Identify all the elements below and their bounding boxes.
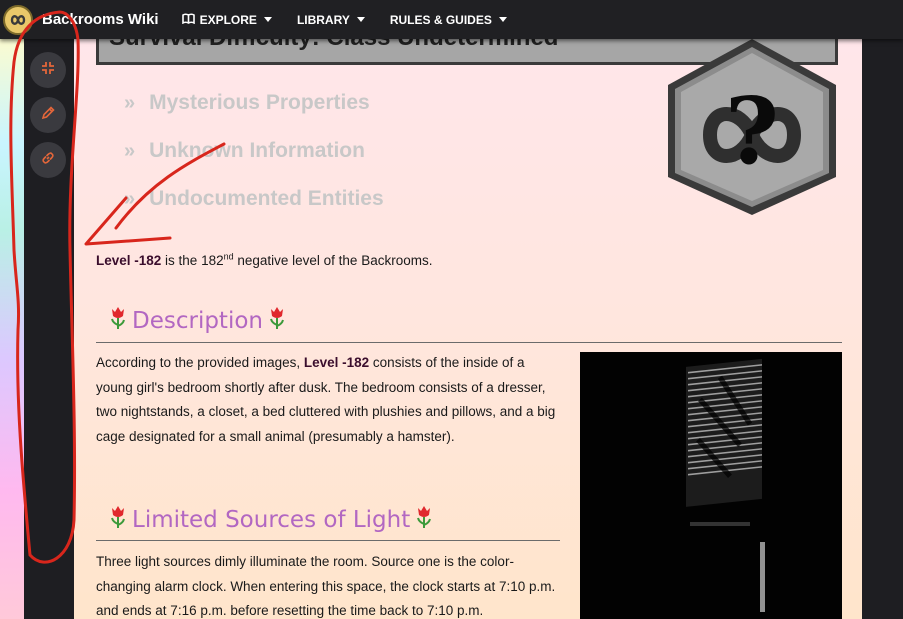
pencil-icon [40, 105, 56, 126]
level-name: Level -182 [303, 355, 370, 370]
chevron-down-icon [263, 17, 272, 22]
tulip-icon [416, 505, 432, 535]
chevron-down-icon [356, 17, 365, 22]
top-navbar: Backrooms Wiki EXPLORE LIBRARY RULES & G… [0, 0, 903, 39]
edit-button[interactable] [30, 97, 66, 133]
double-chevron-icon: » [124, 91, 136, 114]
tulip-icon [110, 505, 126, 535]
properties-list: » Mysterious Properties » Unknown Informat… [124, 79, 384, 223]
list-item: » Unknown Information [124, 139, 365, 162]
list-item: » Mysterious Properties [124, 91, 370, 114]
nav-rules-label: RULES & GUIDES [389, 12, 492, 27]
list-item: » Undocumented Entities [124, 187, 384, 210]
intro-paragraph: Level -182 is the 182nd negative level o… [96, 251, 433, 268]
svg-text:?: ? [725, 77, 779, 185]
difficulty-text: Survival Difficulty: Class Undetermined [109, 39, 558, 52]
side-decoration [0, 39, 24, 619]
double-chevron-icon: » [124, 187, 136, 210]
bedroom-photo[interactable] [580, 352, 842, 619]
description-paragraph: According to the provided images, Level … [96, 355, 556, 444]
nav-library-label: LIBRARY [296, 12, 350, 27]
main-nav: EXPLORE LIBRARY RULES & GUIDES [181, 12, 507, 27]
chevron-down-icon [498, 17, 507, 22]
article-content: Survival Difficulty: Class Undetermined … [74, 39, 862, 619]
light-paragraph: Three light sources dimly illuminate the… [96, 554, 556, 618]
link-icon [40, 150, 56, 171]
site-name[interactable]: Backrooms Wiki [42, 11, 159, 28]
level-name: Level -182 [96, 253, 162, 268]
double-chevron-icon: » [124, 139, 136, 162]
nav-rules-guides[interactable]: RULES & GUIDES [390, 13, 507, 27]
collapse-icon [40, 60, 56, 81]
collapse-button[interactable] [30, 52, 66, 88]
nav-explore-label: EXPLORE [199, 12, 257, 27]
nav-explore[interactable]: EXPLORE [181, 12, 272, 27]
link-button[interactable] [30, 142, 66, 178]
tulip-icon [110, 306, 126, 336]
light-heading: Limited Sources of Light [104, 505, 438, 535]
section-divider [96, 540, 560, 541]
book-icon [181, 12, 195, 27]
description-heading: Description [104, 306, 291, 336]
right-gutter [862, 39, 903, 619]
site-logo-icon[interactable] [3, 4, 33, 35]
tulip-icon [269, 306, 285, 336]
unknown-class-badge-icon: ? [660, 39, 844, 224]
nav-library[interactable]: LIBRARY [297, 13, 365, 27]
page-tools-rail [24, 39, 74, 619]
section-divider [96, 342, 842, 343]
